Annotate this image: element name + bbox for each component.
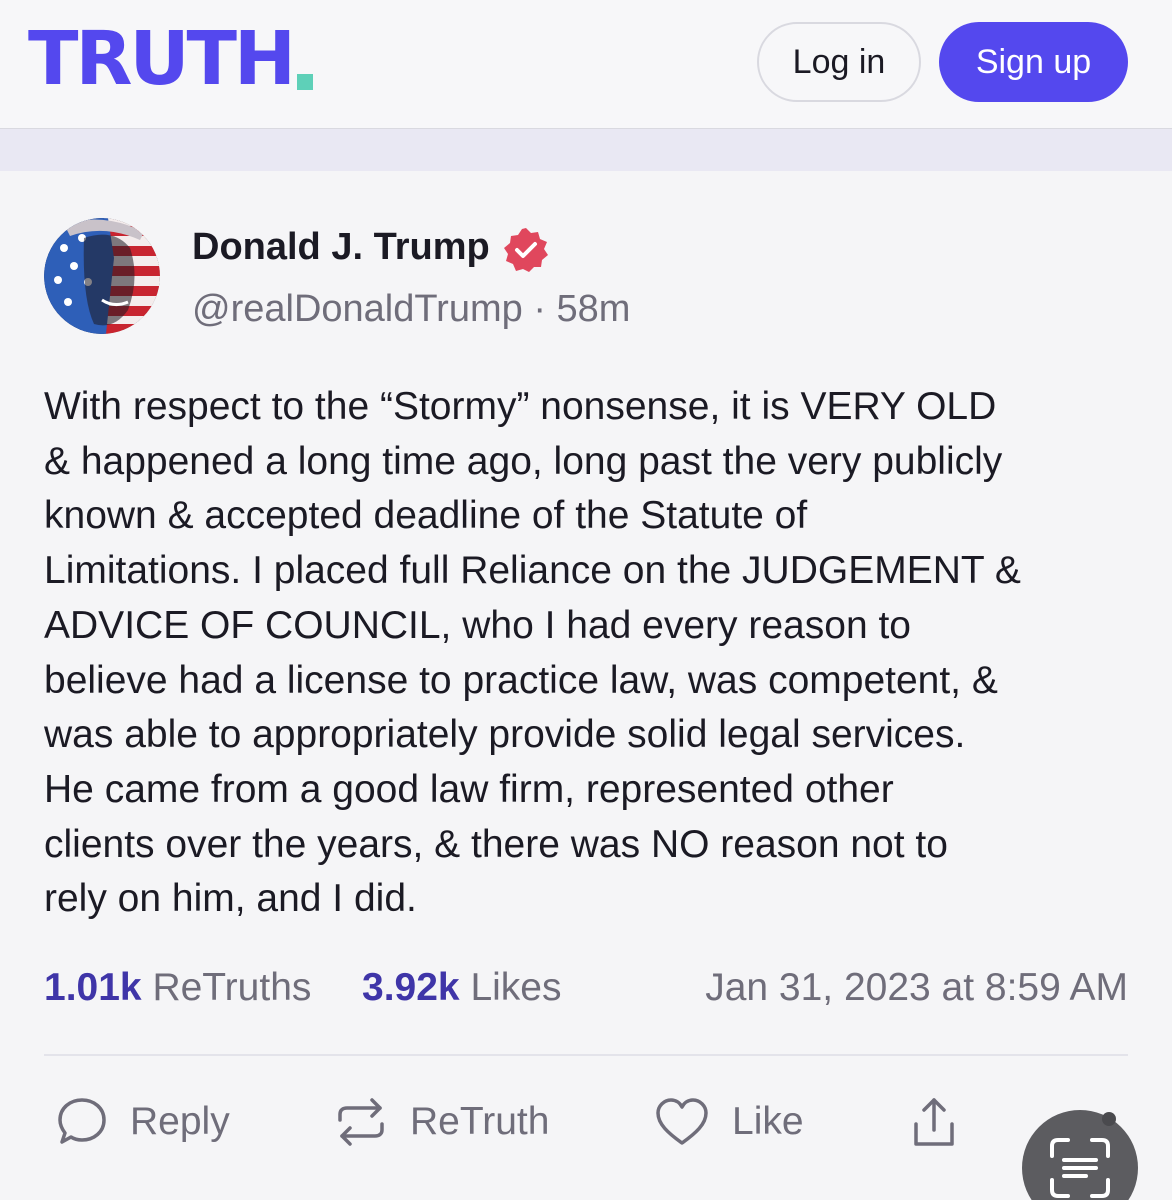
post-timestamp: Jan 31, 2023 at 8:59 AM — [705, 966, 1128, 1009]
truth-logo[interactable]: TRUTH — [28, 16, 313, 102]
top-header: TRUTH Log in Sign up — [0, 0, 1172, 129]
author-name[interactable]: Donald J. Trump — [192, 226, 490, 269]
truth-social-page: TRUTH Log in Sign up Donald J. Trump @re… — [0, 0, 1172, 1200]
like-button[interactable]: Like — [654, 1094, 804, 1150]
like-label: Like — [732, 1100, 804, 1143]
likes-stat[interactable]: 3.92k Likes — [362, 966, 562, 1010]
meta-separator: · — [533, 288, 546, 330]
reply-button[interactable]: Reply — [56, 1094, 230, 1150]
avatar-flag-portrait — [44, 218, 160, 334]
author-avatar[interactable] — [44, 218, 160, 334]
speech-bubble-icon — [58, 1098, 106, 1144]
login-button[interactable]: Log in — [757, 22, 921, 102]
likes-label: Likes — [470, 966, 562, 1009]
retruth-button[interactable]: ReTruth — [334, 1094, 549, 1150]
post-line: & happened a long time ago, long past th… — [44, 439, 1003, 483]
retruth-label: ReTruth — [410, 1100, 550, 1143]
post-line: Limitations. I placed full Reliance on t… — [44, 549, 1021, 593]
post-line: believe had a license to practice law, w… — [44, 658, 998, 702]
relative-time[interactable]: 58m — [557, 288, 631, 330]
post-line: known & accepted deadline of the Statute… — [44, 494, 808, 538]
post-body: With respect to the “Stormy” nonsense, i… — [44, 380, 1144, 927]
post-line: rely on him, and I did. — [44, 877, 417, 921]
post-stats: 1.01k ReTruths 3.92k Likes Jan 31, 2023 … — [44, 966, 1128, 1018]
share-button[interactable] — [910, 1094, 958, 1150]
header-separator-band — [0, 129, 1172, 171]
retruths-label: ReTruths — [152, 966, 312, 1009]
post-line: He came from a good law firm, represente… — [44, 767, 894, 811]
author-handle[interactable]: @realDonaldTrump — [192, 288, 523, 330]
fab-indicator-dot — [1102, 1112, 1116, 1126]
text-scan-icon — [1050, 1138, 1110, 1198]
post-line: ADVICE OF COUNCIL, who I had every reaso… — [44, 603, 911, 647]
reply-label: Reply — [130, 1100, 230, 1143]
heart-icon — [656, 1098, 708, 1145]
retruths-count: 1.01k — [44, 966, 142, 1009]
post-line: With respect to the “Stormy” nonsense, i… — [44, 385, 997, 428]
retruths-stat[interactable]: 1.01k ReTruths — [44, 966, 311, 1010]
actions-divider — [44, 1054, 1128, 1056]
logo-dot — [296, 74, 313, 90]
repost-arrows-icon — [338, 1098, 384, 1146]
post-line: was able to appropriately provide solid … — [44, 713, 966, 757]
signup-button[interactable]: Sign up — [939, 22, 1128, 102]
logo-text: TRUTH — [28, 16, 296, 102]
post-line: clients over the years, & there was NO r… — [44, 822, 948, 866]
text-scan-button[interactable] — [1022, 1110, 1138, 1200]
share-upload-icon — [914, 1098, 954, 1146]
likes-count: 3.92k — [362, 966, 460, 1009]
author-handle-line: @realDonaldTrump · 58m — [192, 288, 630, 331]
verified-badge-icon — [502, 226, 550, 274]
